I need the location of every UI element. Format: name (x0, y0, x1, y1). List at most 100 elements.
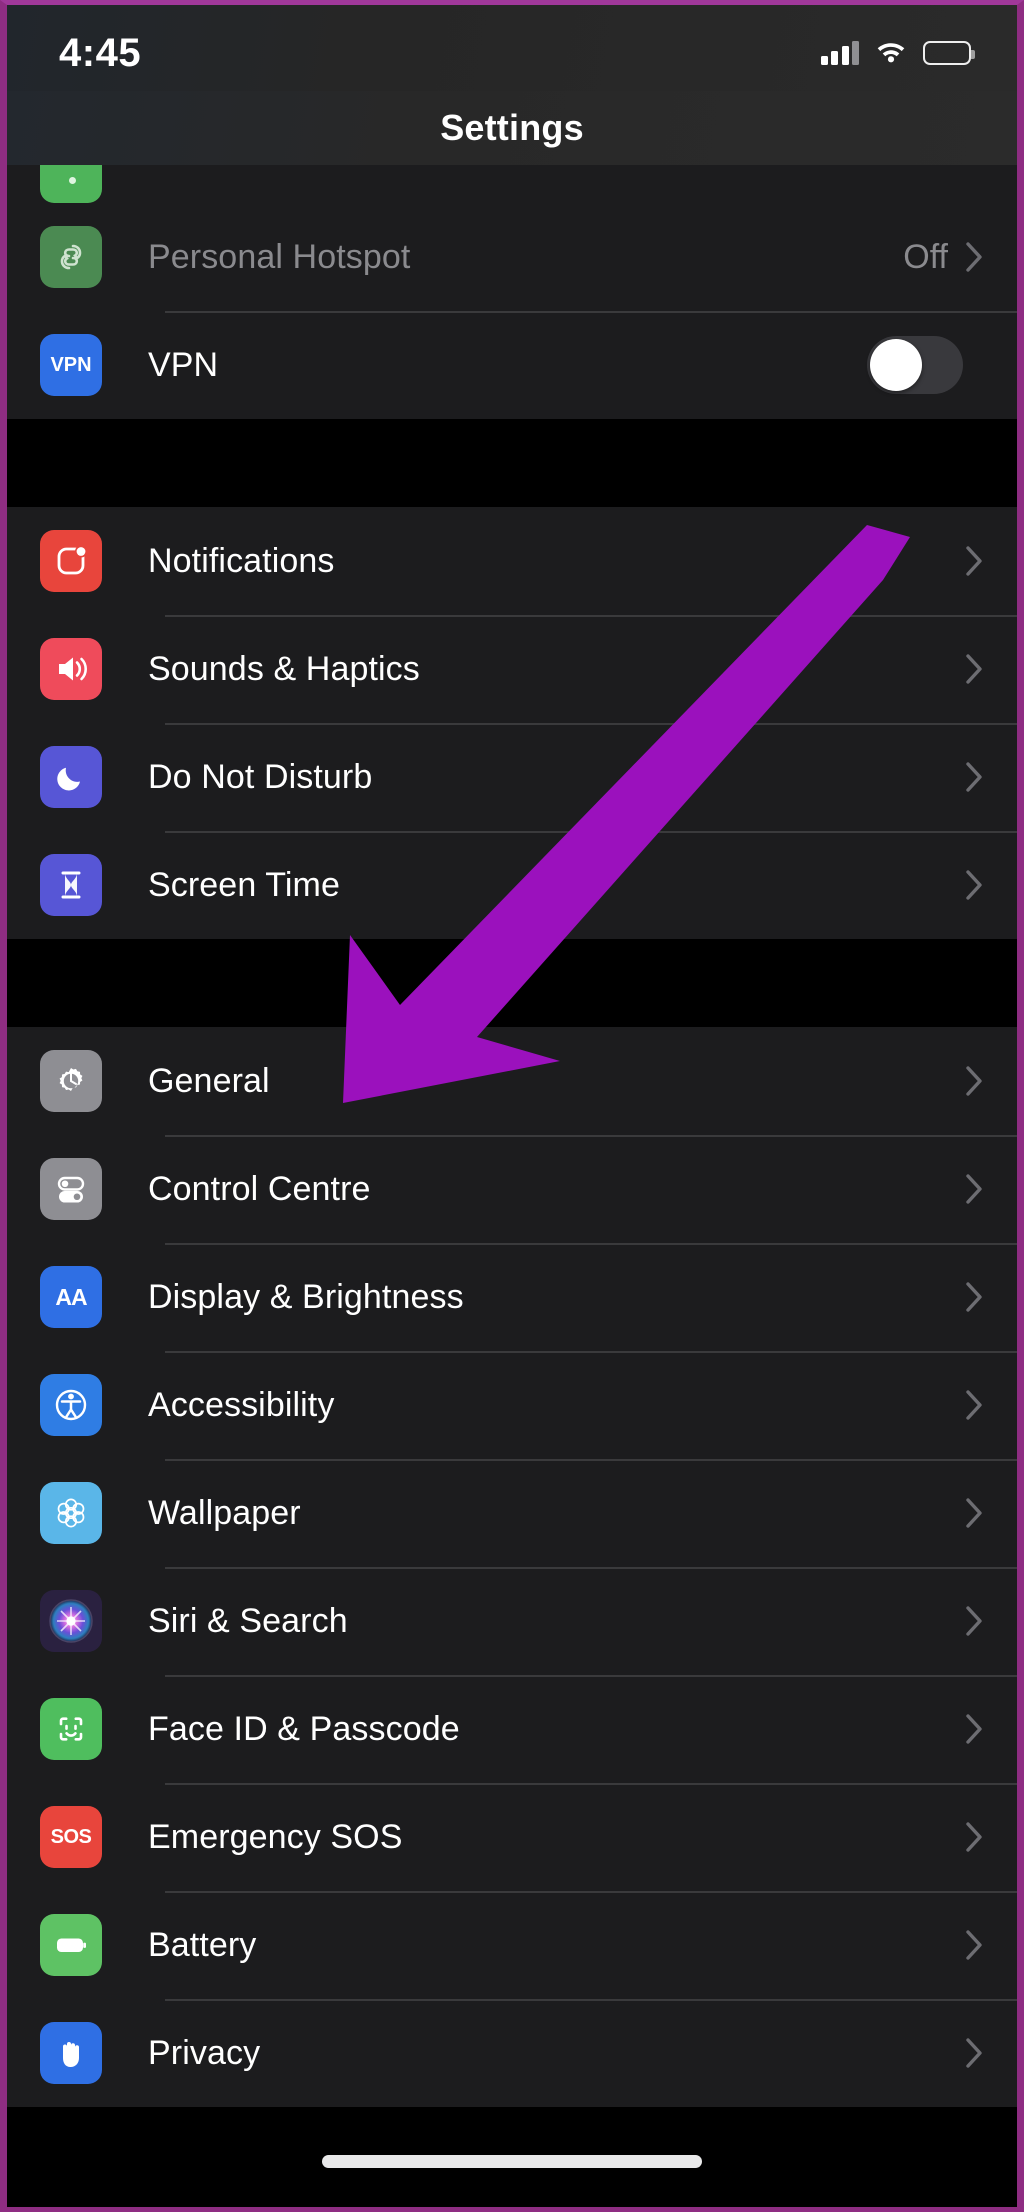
chevron-right-icon[interactable] (966, 870, 983, 900)
row-accessory (966, 1174, 1017, 1204)
cellular-signal-icon (820, 41, 859, 65)
display-icon-text: AA (55, 1283, 87, 1310)
row-accessory (966, 870, 1017, 900)
status-bar-time: 4:45 (59, 31, 142, 75)
battery-icon (923, 41, 975, 65)
settings-row-battery[interactable]: Battery (7, 1891, 1017, 1999)
settings-list[interactable]: Personal Hotspot Off VPN VPN Notificatio… (7, 165, 1017, 2207)
chevron-right-icon[interactable] (966, 1714, 983, 1744)
siri-search-icon (40, 1590, 102, 1652)
carrier-green-icon (40, 165, 102, 203)
settings-row-value: Off (903, 237, 948, 276)
clipped-top-row[interactable] (7, 165, 1017, 203)
home-indicator[interactable] (322, 2154, 702, 2168)
row-accessory (966, 1390, 1017, 1420)
chevron-right-icon[interactable] (966, 2038, 983, 2068)
settings-row-label: Battery (148, 1925, 257, 1964)
notifications-icon (40, 530, 102, 592)
settings-row-label: Face ID & Passcode (148, 1709, 460, 1748)
row-accessory (966, 2038, 1017, 2068)
screen-time-icon (40, 854, 102, 916)
settings-row-label: Notifications (148, 541, 335, 580)
settings-row-display-brightness[interactable]: AA Display & Brightness (7, 1243, 1017, 1351)
chevron-right-icon[interactable] (966, 242, 983, 272)
status-bar-icons (820, 29, 975, 68)
settings-row-label: Accessibility (148, 1385, 335, 1424)
battery-settings-icon (40, 1914, 102, 1976)
display-brightness-icon: AA (40, 1266, 102, 1328)
settings-row-emergency-sos[interactable]: SOS Emergency SOS (7, 1783, 1017, 1891)
settings-row-label: General (148, 1061, 270, 1100)
wallpaper-icon (40, 1482, 102, 1544)
chevron-right-icon[interactable] (966, 1066, 983, 1096)
screen: 4:45 Settings Personal Hotspot Off VPN V… (7, 5, 1017, 2207)
settings-row-siri-search[interactable]: Siri & Search (7, 1567, 1017, 1675)
settings-group-connectivity: Personal Hotspot Off VPN VPN (7, 203, 1017, 419)
chevron-right-icon[interactable] (966, 1930, 983, 1960)
group-gap (7, 419, 1017, 507)
settings-row-privacy[interactable]: Privacy (7, 1999, 1017, 2107)
do-not-disturb-icon (40, 746, 102, 808)
settings-group-alerts: Notifications Sounds & Haptics Do Not Di… (7, 507, 1017, 939)
row-accessory (867, 336, 1017, 394)
settings-row-vpn[interactable]: VPN VPN (7, 311, 1017, 419)
settings-row-label: Wallpaper (148, 1493, 301, 1532)
wifi-icon (875, 39, 907, 68)
row-accessory (966, 546, 1017, 576)
chevron-right-icon[interactable] (966, 546, 983, 576)
settings-row-label: Siri & Search (148, 1601, 348, 1640)
settings-row-personal-hotspot[interactable]: Personal Hotspot Off (7, 203, 1017, 311)
settings-row-notifications[interactable]: Notifications (7, 507, 1017, 615)
settings-row-wallpaper[interactable]: Wallpaper (7, 1459, 1017, 1567)
sos-icon-text: SOS (50, 1825, 92, 1848)
row-accessory (966, 1714, 1017, 1744)
settings-row-face-id-passcode[interactable]: Face ID & Passcode (7, 1675, 1017, 1783)
settings-row-sounds-haptics[interactable]: Sounds & Haptics (7, 615, 1017, 723)
chevron-right-icon[interactable] (966, 1174, 983, 1204)
nav-bar: Settings (7, 91, 1017, 165)
row-accessory (966, 1822, 1017, 1852)
settings-row-control-centre[interactable]: Control Centre (7, 1135, 1017, 1243)
personal-hotspot-icon (40, 226, 102, 288)
phone-frame: 4:45 Settings Personal Hotspot Off VPN V… (0, 0, 1024, 2212)
row-accessory (966, 1498, 1017, 1528)
row-accessory: Off (903, 238, 1017, 277)
settings-row-label: Do Not Disturb (148, 757, 373, 796)
chevron-right-icon[interactable] (966, 1498, 983, 1528)
group-gap (7, 939, 1017, 1027)
gear-icon (40, 1050, 102, 1112)
vpn-icon-text: VPN (50, 353, 92, 376)
settings-row-label: Personal Hotspot (148, 237, 411, 276)
settings-row-label: Display & Brightness (148, 1277, 464, 1316)
chevron-right-icon[interactable] (966, 1822, 983, 1852)
settings-row-general[interactable]: General (7, 1027, 1017, 1135)
settings-row-label: Screen Time (148, 865, 340, 904)
settings-row-do-not-disturb[interactable]: Do Not Disturb (7, 723, 1017, 831)
row-accessory (966, 1606, 1017, 1636)
chevron-right-icon[interactable] (966, 1390, 983, 1420)
settings-row-label: Sounds & Haptics (148, 649, 420, 688)
accessibility-icon (40, 1374, 102, 1436)
status-bar: 4:45 (7, 5, 1017, 91)
vpn-toggle[interactable] (867, 336, 963, 394)
row-accessory (966, 1282, 1017, 1312)
chevron-right-icon[interactable] (966, 1606, 983, 1636)
face-id-icon (40, 1698, 102, 1760)
chevron-right-icon[interactable] (966, 762, 983, 792)
chevron-right-icon[interactable] (966, 1282, 983, 1312)
row-accessory (966, 762, 1017, 792)
emergency-sos-icon: SOS (40, 1806, 102, 1868)
sounds-haptics-icon (40, 638, 102, 700)
control-centre-icon (40, 1158, 102, 1220)
settings-row-label: Control Centre (148, 1169, 371, 1208)
row-accessory (966, 1930, 1017, 1960)
page-title: Settings (440, 107, 584, 148)
settings-row-accessibility[interactable]: Accessibility (7, 1351, 1017, 1459)
settings-row-label: VPN (148, 345, 219, 384)
settings-group-system: General Control Centre AA Display & Brig… (7, 1027, 1017, 2107)
settings-row-screen-time[interactable]: Screen Time (7, 831, 1017, 939)
privacy-hand-icon (40, 2022, 102, 2084)
row-accessory (966, 1066, 1017, 1096)
chevron-right-icon[interactable] (966, 654, 983, 684)
home-indicator-area (7, 2115, 1017, 2207)
